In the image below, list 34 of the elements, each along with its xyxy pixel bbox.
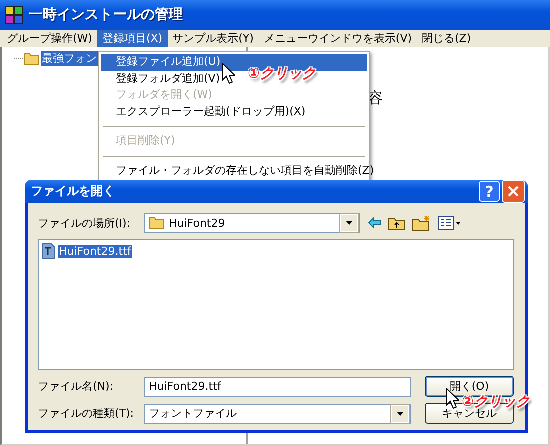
help-button[interactable]: ? <box>479 181 500 202</box>
location-dropdown[interactable]: HuiFont29 <box>144 213 360 233</box>
font-file-icon <box>42 243 56 259</box>
menu-option[interactable]: エクスプローラー起動(ドロップ用)(X) <box>116 104 306 120</box>
menu-item[interactable]: グループ操作(W) <box>2 30 98 47</box>
up-folder-icon[interactable] <box>388 216 406 230</box>
tree-item[interactable]: 最強フォン <box>41 51 98 66</box>
view-menu-icon[interactable] <box>438 216 462 230</box>
filename-label: ファイル名(N): <box>38 379 115 394</box>
window-title: 一時インストールの管理 <box>29 6 183 24</box>
menu-item[interactable]: 閉じる(Z) <box>417 30 476 47</box>
folder-icon <box>149 216 165 230</box>
location-value: HuiFont29 <box>169 216 226 230</box>
filename-field[interactable]: HuiFont29.ttf <box>144 376 411 396</box>
menu-option[interactable]: ファイル・フォルダの存在しない項目を自動削除(Z) <box>116 162 374 179</box>
file-item[interactable]: HuiFont29.ttf <box>58 244 132 258</box>
filetype-value: フォントファイル <box>148 406 238 421</box>
location-label: ファイルの場所(I): <box>38 216 132 230</box>
new-folder-icon[interactable] <box>412 214 432 232</box>
menu-item[interactable]: サンプル表示(Y) <box>168 30 259 47</box>
open-button[interactable]: 開く(O) <box>425 376 514 397</box>
menu-item[interactable]: メニューウインドウを表示(V) <box>258 30 418 47</box>
menu-option[interactable]: 登録フォルダ追加(V) <box>116 70 220 87</box>
close-icon <box>508 186 519 197</box>
callout-label: ①クリック <box>248 65 316 83</box>
menu-item[interactable]: 登録項目(X) <box>97 30 168 47</box>
filetype-label: ファイルの種類(T): <box>38 406 136 421</box>
dialog-title: ファイルを開く <box>31 183 116 200</box>
close-button[interactable] <box>502 180 525 203</box>
app-icon <box>5 6 23 24</box>
filetype-dropdown[interactable]: フォントファイル <box>144 404 411 424</box>
back-icon[interactable] <box>368 217 382 229</box>
folder-icon <box>24 52 40 66</box>
cursor-icon <box>222 63 235 84</box>
